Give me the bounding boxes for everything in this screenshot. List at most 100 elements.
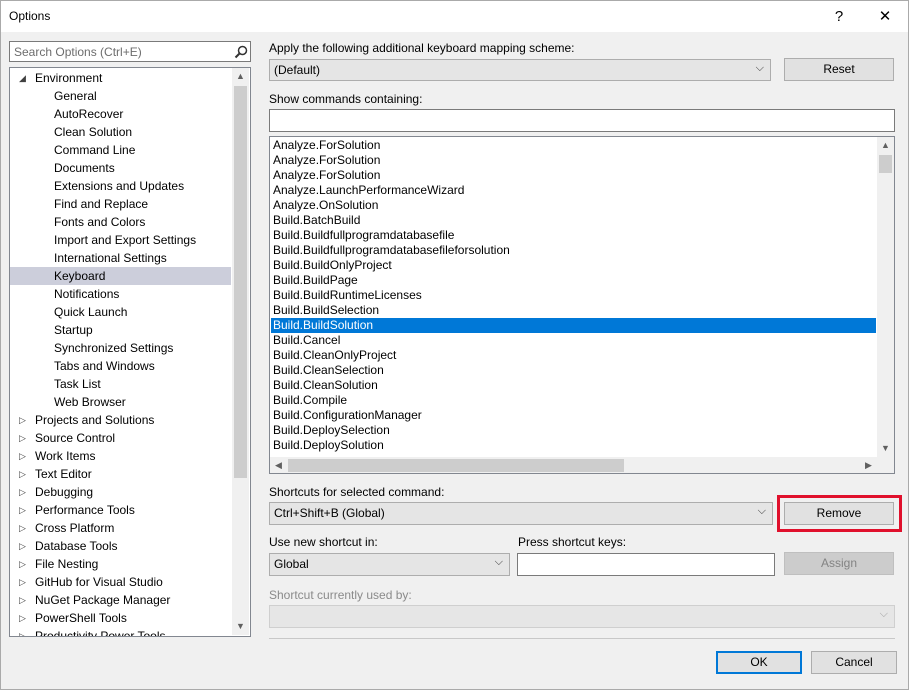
shortcuts-select[interactable]: Ctrl+Shift+B (Global) ⌵ (269, 502, 773, 525)
command-list-item[interactable]: Build.DeploySolution (273, 438, 384, 453)
commands-vscroll-thumb[interactable] (879, 155, 892, 173)
collapsed-arrow-icon[interactable]: ▷ (19, 465, 26, 483)
collapsed-arrow-icon[interactable]: ▷ (19, 519, 26, 537)
tree-item-international-settings[interactable]: International Settings (10, 249, 231, 267)
reset-button[interactable]: Reset (784, 58, 894, 81)
tree-item-label: Command Line (54, 143, 136, 157)
command-list-item[interactable]: Build.BuildSelection (273, 303, 379, 318)
command-list-item[interactable]: Analyze.LaunchPerformanceWizard (273, 183, 464, 198)
command-list-item[interactable]: Build.Buildfullprogramdatabasefile (273, 228, 454, 243)
command-list-item[interactable]: Build.BuildSolution (271, 318, 876, 333)
command-list-item[interactable]: Analyze.ForSolution (273, 153, 380, 168)
collapsed-arrow-icon[interactable]: ▷ (19, 555, 26, 573)
command-list-item[interactable]: Analyze.ForSolution (273, 138, 380, 153)
tree-node-file-nesting[interactable]: ▷ File Nesting (10, 555, 231, 573)
tree-item-task-list[interactable]: Task List (10, 375, 231, 393)
scope-select[interactable]: Global ⌵ (269, 553, 510, 576)
tree-scrollbar[interactable]: ▲ ▼ (232, 68, 249, 635)
search-icon[interactable] (234, 45, 248, 59)
command-list-item[interactable]: Build.Compile (273, 393, 347, 408)
tree-node-cross-platform[interactable]: ▷ Cross Platform (10, 519, 231, 537)
scroll-left-icon[interactable]: ◀ (270, 457, 287, 473)
command-list-item[interactable]: Analyze.OnSolution (273, 198, 378, 213)
command-list-item[interactable]: Build.BuildOnlyProject (273, 258, 392, 273)
tree-item-label: PowerShell Tools (35, 611, 127, 625)
tree-item-clean-solution[interactable]: Clean Solution (10, 123, 231, 141)
help-button[interactable]: ? (816, 1, 862, 32)
tree-node-nuget-package-manager[interactable]: ▷ NuGet Package Manager (10, 591, 231, 609)
command-list-item[interactable]: Build.Cancel (273, 333, 340, 348)
tree-item-startup[interactable]: Startup (10, 321, 231, 339)
tree-node-source-control[interactable]: ▷ Source Control (10, 429, 231, 447)
tree-node-github-for-visual-studio[interactable]: ▷ GitHub for Visual Studio (10, 573, 231, 591)
command-list-item[interactable]: Build.CleanSelection (273, 363, 384, 378)
ok-button[interactable]: OK (716, 651, 802, 674)
collapsed-arrow-icon[interactable]: ▷ (19, 609, 26, 627)
tree-item-keyboard[interactable]: Keyboard (10, 267, 231, 285)
close-button[interactable]: ✕ (862, 1, 908, 32)
tree-item-web-browser[interactable]: Web Browser (10, 393, 231, 411)
tree-node-performance-tools[interactable]: ▷ Performance Tools (10, 501, 231, 519)
tree-node-environment[interactable]: ◢ Environment (10, 69, 231, 87)
collapsed-arrow-icon[interactable]: ▷ (19, 591, 26, 609)
scroll-right-icon[interactable]: ▶ (860, 457, 877, 473)
scroll-down-icon[interactable]: ▼ (877, 440, 894, 457)
tree-item-extensions-and-updates[interactable]: Extensions and Updates (10, 177, 231, 195)
tree-node-debugging[interactable]: ▷ Debugging (10, 483, 231, 501)
commands-hscroll-thumb[interactable] (288, 459, 624, 472)
commands-filter-input[interactable] (269, 109, 895, 132)
tree-node-database-tools[interactable]: ▷ Database Tools (10, 537, 231, 555)
tree-item-fonts-and-colors[interactable]: Fonts and Colors (10, 213, 231, 231)
tree-node-productivity-power-tools[interactable]: ▷ Productivity Power Tools (10, 627, 231, 637)
collapsed-arrow-icon[interactable]: ▷ (19, 447, 26, 465)
command-list-item[interactable]: Build.Buildfullprogramdatabasefileforsol… (273, 243, 510, 258)
tree-item-command-line[interactable]: Command Line (10, 141, 231, 159)
tree-item-label: Productivity Power Tools (35, 629, 166, 637)
commands-list[interactable]: ▲ ▼ ◀ ▶ Analyze.ForSolution Analyze.ForSo… (269, 136, 895, 474)
command-list-item[interactable]: Build.BuildPage (273, 273, 358, 288)
collapsed-arrow-icon[interactable]: ▷ (19, 627, 26, 636)
tree-item-tabs-and-windows[interactable]: Tabs and Windows (10, 357, 231, 375)
tree-node-powershell-tools[interactable]: ▷ PowerShell Tools (10, 609, 231, 627)
mapping-label: Apply the following additional keyboard … (269, 41, 575, 55)
tree-item-synchronized-settings[interactable]: Synchronized Settings (10, 339, 231, 357)
shortcut-keys-input[interactable] (517, 553, 775, 576)
tree-item-general[interactable]: General (10, 87, 231, 105)
search-input[interactable]: Search Options (Ctrl+E) (9, 41, 251, 62)
tree-scroll-thumb[interactable] (234, 86, 247, 478)
assign-button[interactable]: Assign (784, 552, 894, 575)
tree-item-quick-launch[interactable]: Quick Launch (10, 303, 231, 321)
commands-hscroll[interactable]: ◀ ▶ (270, 457, 877, 473)
collapsed-arrow-icon[interactable]: ▷ (19, 537, 26, 555)
tree-item-import-and-export-settings[interactable]: Import and Export Settings (10, 231, 231, 249)
tree-item-notifications[interactable]: Notifications (10, 285, 231, 303)
collapsed-arrow-icon[interactable]: ▷ (19, 501, 26, 519)
tree-item-find-and-replace[interactable]: Find and Replace (10, 195, 231, 213)
collapsed-arrow-icon[interactable]: ▷ (19, 429, 26, 447)
scroll-up-icon[interactable]: ▲ (877, 137, 894, 154)
tree-node-work-items[interactable]: ▷ Work Items (10, 447, 231, 465)
tree-item-documents[interactable]: Documents (10, 159, 231, 177)
current-usage-select[interactable]: ⌵ (269, 605, 895, 628)
commands-vscroll[interactable]: ▲ ▼ (877, 137, 894, 457)
collapsed-arrow-icon[interactable]: ▷ (19, 411, 26, 429)
mapping-scheme-select[interactable]: (Default) ⌵ (269, 59, 771, 81)
tree-item-autorecover[interactable]: AutoRecover (10, 105, 231, 123)
cancel-button[interactable]: Cancel (811, 651, 897, 674)
collapsed-arrow-icon[interactable]: ▷ (19, 573, 26, 591)
tree-node-projects-and-solutions[interactable]: ▷ Projects and Solutions (10, 411, 231, 429)
command-list-item[interactable]: Build.CleanOnlyProject (273, 348, 396, 363)
command-list-item[interactable]: Build.ConfigurationManager (273, 408, 422, 423)
scroll-down-icon[interactable]: ▼ (232, 618, 249, 635)
command-list-item[interactable]: Build.DeploySelection (273, 423, 390, 438)
collapsed-arrow-icon[interactable]: ▷ (19, 483, 26, 501)
shortcuts-label: Shortcuts for selected command: (269, 485, 445, 499)
tree-item-label: Web Browser (54, 395, 126, 409)
scroll-up-icon[interactable]: ▲ (232, 68, 249, 85)
command-list-item[interactable]: Analyze.ForSolution (273, 168, 380, 183)
tree-node-text-editor[interactable]: ▷ Text Editor (10, 465, 231, 483)
command-list-item[interactable]: Build.CleanSolution (273, 378, 378, 393)
command-list-item[interactable]: Build.BatchBuild (273, 213, 360, 228)
expanded-arrow-icon[interactable]: ◢ (19, 69, 26, 87)
command-list-item[interactable]: Build.BuildRuntimeLicenses (273, 288, 422, 303)
